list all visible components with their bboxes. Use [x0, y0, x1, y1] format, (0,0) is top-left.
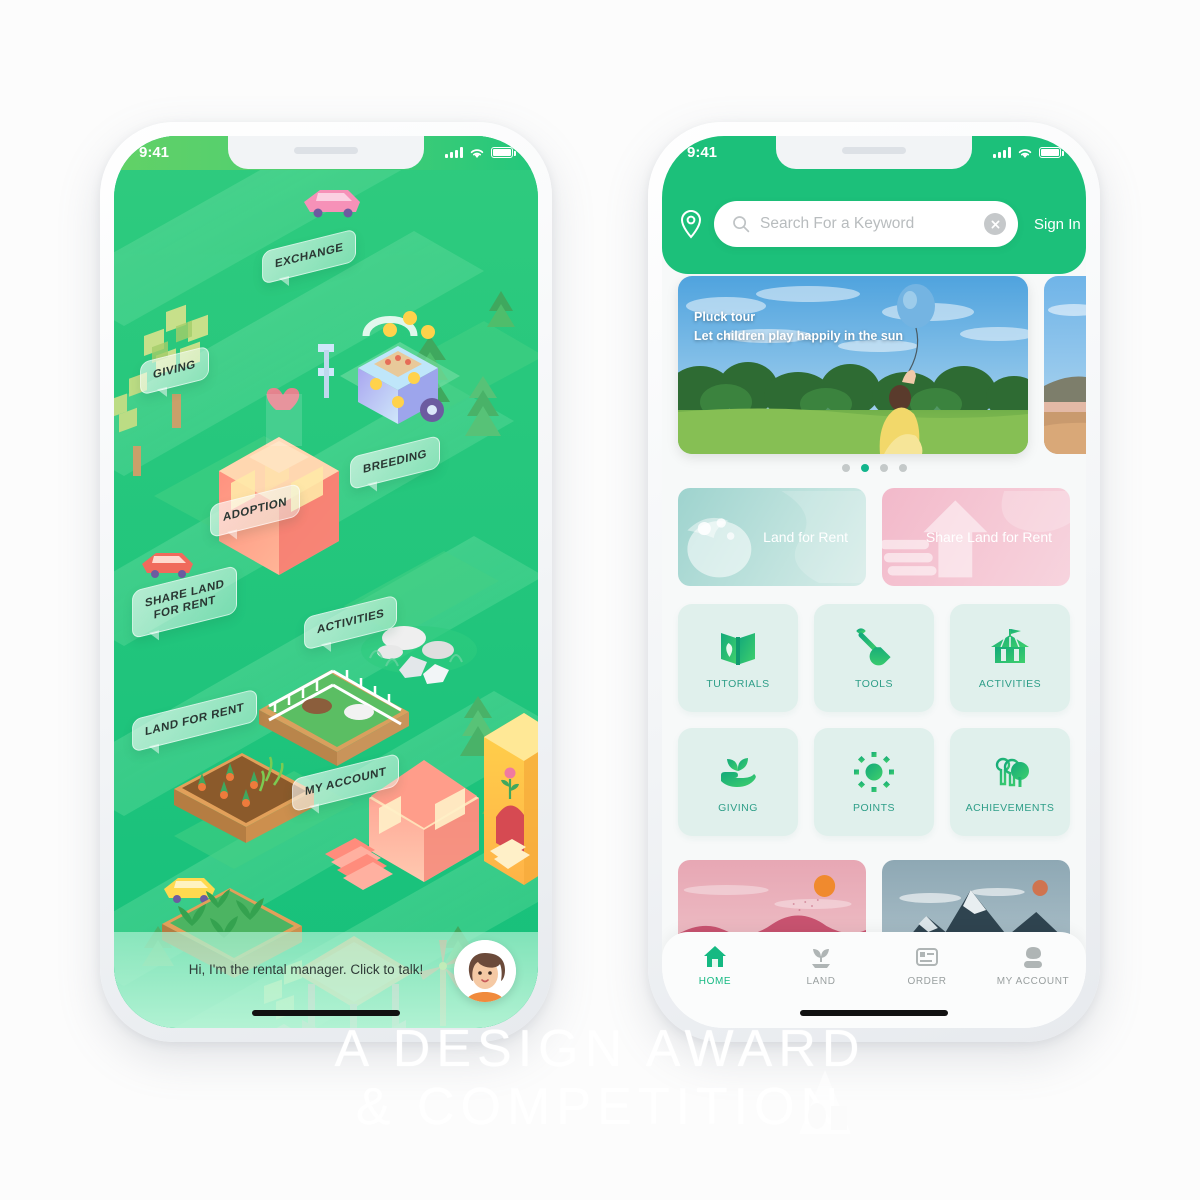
carousel-dots[interactable] — [662, 464, 1086, 472]
battery-icon — [491, 147, 516, 158]
app-home-screen: Search For a Keyword Sign In Pluck tour … — [662, 136, 1086, 1028]
phone-left: EXCHANGE GIVING ADOPTION BREEDING SHARE … — [100, 122, 552, 1042]
feature-grid: TUTORIALS TOOLS ACTIVITIES GIVING POINTS… — [678, 604, 1070, 836]
notch-left — [228, 136, 424, 169]
banner-carousel[interactable]: Pluck tour Let children play happily in … — [662, 276, 1086, 458]
wifi-icon — [470, 148, 484, 158]
home-indicator-right — [800, 1010, 948, 1016]
promo-label-land-for-rent: Land for Rent — [763, 528, 848, 545]
carousel-dot[interactable] — [841, 464, 850, 472]
isometric-map-screen[interactable]: EXCHANGE GIVING ADOPTION BREEDING SHARE … — [114, 136, 538, 1028]
watermark-line-2: & COMPETITION — [355, 1077, 845, 1136]
signal-bars-icon — [993, 147, 1011, 158]
person-icon — [1024, 947, 1042, 968]
phone-right: Search For a Keyword Sign In Pluck tour … — [648, 122, 1100, 1042]
award-logo-icon — [799, 1070, 851, 1134]
hand-plant-icon — [721, 757, 756, 787]
status-time-right: 9:41 — [687, 144, 718, 161]
banner-title: Pluck tour — [694, 310, 756, 324]
tab-label-land: LAND — [806, 976, 836, 987]
grid-item-giving[interactable]: GIVING — [678, 728, 798, 836]
wifi-icon — [1018, 148, 1032, 158]
right-screen: Search For a Keyword Sign In Pluck tour … — [662, 136, 1086, 1028]
grid-label-achievements: ACHIEVEMENTS — [965, 801, 1055, 814]
manager-avatar-icon[interactable] — [454, 940, 516, 1002]
tab-land[interactable]: LAND — [768, 944, 874, 987]
home-indicator-left — [252, 1010, 400, 1016]
tent-icon — [991, 628, 1029, 663]
location-pin-icon[interactable] — [678, 209, 704, 239]
grid-label-points: POINTS — [852, 801, 896, 814]
promo-card-row: Land for Rent Share Land for Rent — [678, 488, 1070, 586]
banner-card-primary[interactable]: Pluck tour Let children play happily in … — [678, 276, 1028, 454]
tab-label-my-account: MY ACCOUNT — [996, 976, 1070, 987]
grid-label-tools: TOOLS — [855, 677, 893, 690]
book-leaf-icon — [721, 632, 755, 665]
search-placeholder: Search For a Keyword — [760, 215, 915, 232]
tab-home[interactable]: HOME — [662, 944, 768, 987]
carousel-dot[interactable] — [898, 464, 907, 472]
grid-label-activities: ACTIVITIES — [978, 677, 1042, 690]
grid-item-activities[interactable]: ACTIVITIES — [950, 604, 1070, 712]
promo-card-share-land-for-rent[interactable]: Share Land for Rent — [882, 488, 1070, 586]
tab-label-home: HOME — [698, 976, 732, 987]
search-input[interactable]: Search For a Keyword — [714, 201, 1018, 247]
grid-item-tutorials[interactable]: TUTORIALS — [678, 604, 798, 712]
search-icon — [733, 216, 750, 233]
banner-card-next[interactable] — [1044, 276, 1086, 454]
sprout-icon — [812, 949, 830, 968]
banner-subtitle: Let children play happily in the sun — [694, 328, 904, 343]
status-time-left: 9:41 — [139, 144, 170, 161]
carousel-dot[interactable] — [879, 464, 888, 472]
banner-next-photo — [1044, 276, 1086, 454]
trees-icon — [995, 757, 1029, 787]
grid-item-achievements[interactable]: ACHIEVEMENTS — [950, 728, 1070, 836]
banner-caption: Pluck tour Let children play happily in … — [694, 308, 903, 346]
sign-in-button[interactable]: Sign In — [1028, 216, 1086, 233]
grid-label-giving: GIVING — [718, 801, 758, 814]
banner-photo — [678, 276, 1028, 454]
notch-right — [776, 136, 972, 169]
promo-label-share-land-for-rent: Share Land for Rent — [925, 528, 1052, 545]
document-icon — [916, 948, 938, 966]
tab-my-account[interactable]: MY ACCOUNT — [980, 944, 1086, 987]
grid-item-points[interactable]: POINTS — [814, 728, 934, 836]
promo-card-land-for-rent[interactable]: Land for Rent — [678, 488, 866, 586]
left-screen: EXCHANGE GIVING ADOPTION BREEDING SHARE … — [114, 136, 538, 1028]
grid-item-tools[interactable]: TOOLS — [814, 604, 934, 712]
clear-circle-icon[interactable] — [984, 213, 1006, 235]
sun-icon — [854, 751, 894, 792]
tab-label-order: ORDER — [907, 976, 947, 987]
battery-icon — [1039, 147, 1064, 158]
grid-label-tutorials: TUTORIALS — [706, 677, 770, 690]
tab-order[interactable]: ORDER — [874, 944, 980, 987]
shovel-icon — [856, 627, 891, 665]
signal-bars-icon — [445, 147, 463, 158]
home-icon — [704, 946, 726, 967]
search-row: Search For a Keyword Sign In — [662, 200, 1086, 248]
carousel-dot-active[interactable] — [860, 464, 869, 472]
screenshot-stage: A DESIGN AWARD & COMPETITION EXCHANGE GI… — [0, 0, 1200, 1200]
